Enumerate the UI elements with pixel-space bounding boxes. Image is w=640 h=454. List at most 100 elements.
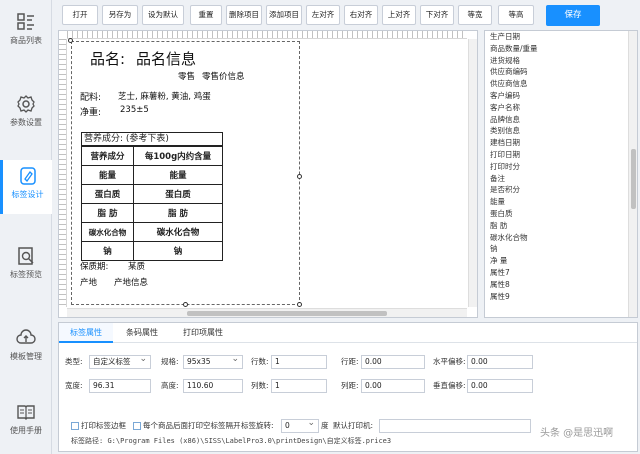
tab-print-item-props[interactable]: 打印项属性 [171,323,235,343]
ingredients-value[interactable]: 芝士, 麻薯粉, 黄油, 鸡蛋 [118,90,211,102]
field-list-item[interactable]: 打印时分 [485,161,637,173]
field-list-item[interactable]: 碳水化合物 [485,232,637,244]
nav-item-manual[interactable]: 使用手册 [0,396,52,450]
table-cell: 脂 肪 [81,203,134,223]
design-canvas[interactable]: 品名: 品名信息 零售 零售价信息 配料: 芝士, 麻薯粉, 黄油, 鸡蛋 净重… [58,30,478,318]
field-list-item[interactable]: 打印日期 [485,149,637,161]
field-list[interactable]: 生产日期 商品数量/重量 进货规格 供应商编码 供应商信息 客户编码 客户名称 品牌信息 类别信… [484,30,638,318]
spec-select[interactable]: 95x35 [183,355,243,369]
product-name-value[interactable]: 品名信息 [136,48,196,69]
table-row: 能量 能量 [81,165,223,185]
net-weight-caption[interactable]: 净重: [80,105,101,118]
resize-handle[interactable] [297,302,302,307]
origin-value[interactable]: 产地信息 [114,276,148,288]
field-list-item[interactable]: 生产日期 [485,31,637,43]
field-list-item[interactable]: 客户编码 [485,90,637,102]
tab-barcode-props[interactable]: 条码属性 [115,323,169,343]
align-bottom-button[interactable]: 下对齐 [420,5,454,25]
col-gap-input[interactable]: 0.00 [361,379,425,393]
field-list-item[interactable]: 是否积分 [485,184,637,196]
product-list-icon [17,13,34,30]
align-right-button[interactable]: 右对齐 [344,5,378,25]
nav-label: 标签预览 [10,270,42,279]
field-list-item[interactable]: 属性7 [485,267,637,279]
field-list-scrollbar[interactable] [628,31,637,317]
field-list-item[interactable]: 净 量 [485,255,637,267]
print-border-checkbox[interactable] [71,422,79,430]
field-list-item[interactable]: 能量 [485,196,637,208]
retail-value[interactable]: 零售价信息 [202,70,245,82]
field-list-item[interactable]: 品牌信息 [485,114,637,126]
nav-item-template-manage[interactable]: 模板管理 [0,322,52,376]
type-select[interactable]: 自定义标签 [89,355,151,369]
row-gap-input[interactable]: 0.00 [361,355,425,369]
nav-item-settings[interactable]: 参数设置 [0,88,52,142]
print-separator-checkbox[interactable] [133,422,141,430]
save-as-button[interactable]: 另存为 [102,5,138,25]
reset-button[interactable]: 重置 [190,5,222,25]
canvas-vertical-scrollbar[interactable] [468,39,477,307]
field-list-item[interactable]: 备注 [485,173,637,185]
table-cell: 蛋白质 [133,184,223,204]
field-list-item[interactable]: 客户名称 [485,102,637,114]
nutrition-title[interactable]: 营养成分: (参考下表) [81,132,223,146]
net-weight-value[interactable]: 235±5 [120,105,149,115]
field-list-item[interactable]: 属性9 [485,291,637,303]
label-area[interactable]: 品名: 品名信息 零售 零售价信息 配料: 芝士, 麻薯粉, 黄油, 鸡蛋 净重… [71,41,300,305]
cols-input[interactable]: 1 [271,379,327,393]
property-tabs: 标签属性 条码属性 打印项属性 [59,323,637,343]
height-input[interactable]: 110.60 [183,379,243,393]
field-list-item[interactable]: 供应商编码 [485,66,637,78]
nav-item-label-design[interactable]: 标签设计 [0,160,52,214]
table-cell: 能量 [81,165,134,185]
field-list-item[interactable]: 蛋白质 [485,208,637,220]
printer-input[interactable] [379,419,531,433]
resize-handle[interactable] [68,38,73,43]
scrollbar-thumb[interactable] [187,311,387,316]
field-list-item[interactable]: 脂 肪 [485,220,637,232]
canvas-horizontal-scrollbar[interactable] [67,308,467,317]
field-list-item[interactable]: 属性8 [485,279,637,291]
nutrition-table[interactable]: 营养成分 每100g内约含量 能量 能量 蛋白质 蛋白质 脂 肪 脂 肪 碳水化… [81,146,223,261]
add-item-button[interactable]: 添加项目 [266,5,302,25]
field-list-item[interactable]: 进货规格 [485,55,637,67]
nav-label: 参数设置 [10,118,42,127]
table-cell: 营养成分 [81,146,134,166]
field-list-item[interactable]: 钠 [485,243,637,255]
equal-height-button[interactable]: 等高 [498,5,534,25]
delete-item-button[interactable]: 删除项目 [226,5,262,25]
path-value: G:\Program Files (x86)\SISS\LabelPro3.0\… [107,437,392,445]
resize-handle[interactable] [183,302,188,307]
tab-label-props[interactable]: 标签属性 [59,323,113,343]
shelf-life-value[interactable]: 某质 [128,260,145,272]
ruler-left [59,39,67,307]
ingredients-caption[interactable]: 配料: [80,90,101,103]
shelf-life-caption[interactable]: 保质期: [80,260,108,272]
set-default-button[interactable]: 设为默认 [142,5,184,25]
field-list-item[interactable]: 商品数量/重量 [485,43,637,55]
nav-item-label-preview[interactable]: 标签预览 [0,240,52,294]
product-name-caption[interactable]: 品名: [90,48,125,69]
spec-label: 规格: [161,357,179,366]
resize-handle[interactable] [297,174,302,179]
width-input[interactable]: 96.31 [89,379,151,393]
field-items: 生产日期 商品数量/重量 进货规格 供应商编码 供应商信息 客户编码 客户名称 品牌信息 类别信… [485,31,637,302]
scrollbar-thumb[interactable] [631,149,636,209]
save-button[interactable]: 保存 [546,5,600,26]
field-list-item[interactable]: 建档日期 [485,137,637,149]
field-list-item[interactable]: 类别信息 [485,125,637,137]
field-list-item[interactable]: 供应商信息 [485,78,637,90]
align-left-button[interactable]: 左对齐 [306,5,340,25]
rotation-select[interactable]: 0 [281,419,319,433]
align-top-button[interactable]: 上对齐 [382,5,416,25]
table-row: 脂 肪 脂 肪 [81,203,223,223]
v-offset-input[interactable]: 0.00 [467,379,533,393]
origin-caption[interactable]: 产地 [80,276,97,288]
open-button[interactable]: 打开 [62,5,98,25]
h-offset-input[interactable]: 0.00 [467,355,533,369]
retail-caption[interactable]: 零售 [178,70,195,82]
equal-width-button[interactable]: 等宽 [458,5,492,25]
rows-input[interactable]: 1 [271,355,327,369]
table-cell: 钠 [133,241,223,261]
nav-item-product-list[interactable]: 商品列表 [0,6,52,60]
